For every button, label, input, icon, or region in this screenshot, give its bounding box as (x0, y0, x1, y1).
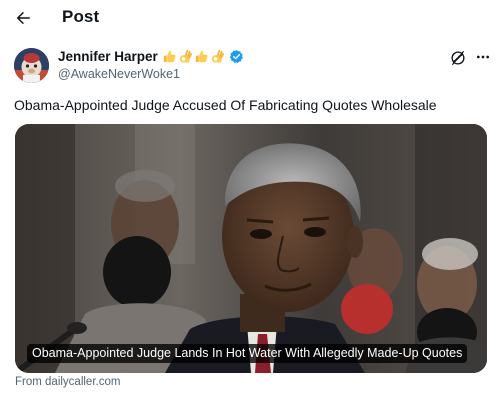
link-card-image (15, 124, 487, 373)
more-dots-icon[interactable] (475, 49, 491, 65)
avatar[interactable] (14, 48, 49, 83)
link-card[interactable]: Obama-Appointed Judge Lands In Hot Water… (15, 124, 487, 373)
ok-hand-icon (179, 49, 192, 63)
top-bar: Post (0, 0, 502, 36)
thumbs-up-icon (195, 50, 208, 63)
post-text: Obama-Appointed Judge Accused Of Fabrica… (14, 97, 437, 113)
link-card-source[interactable]: From dailycaller.com (15, 376, 120, 388)
verified-badge-icon (229, 49, 243, 64)
display-name-row: Jennifer Harper (58, 49, 244, 64)
name-emojis (162, 49, 226, 64)
thumbs-up-icon (163, 50, 176, 63)
ok-hand-icon (211, 49, 224, 63)
post-author: Jennifer Harper @AwakeNeverWoke1 (14, 47, 489, 87)
arrow-left-icon (16, 11, 30, 25)
author-handle[interactable]: @AwakeNeverWoke1 (58, 67, 180, 81)
author-display-name[interactable]: Jennifer Harper (58, 49, 158, 64)
page-title: Post (62, 7, 100, 26)
back-button[interactable] (10, 6, 36, 30)
link-card-title: Obama-Appointed Judge Lands In Hot Water… (27, 344, 468, 363)
grok-icon[interactable] (450, 50, 466, 66)
